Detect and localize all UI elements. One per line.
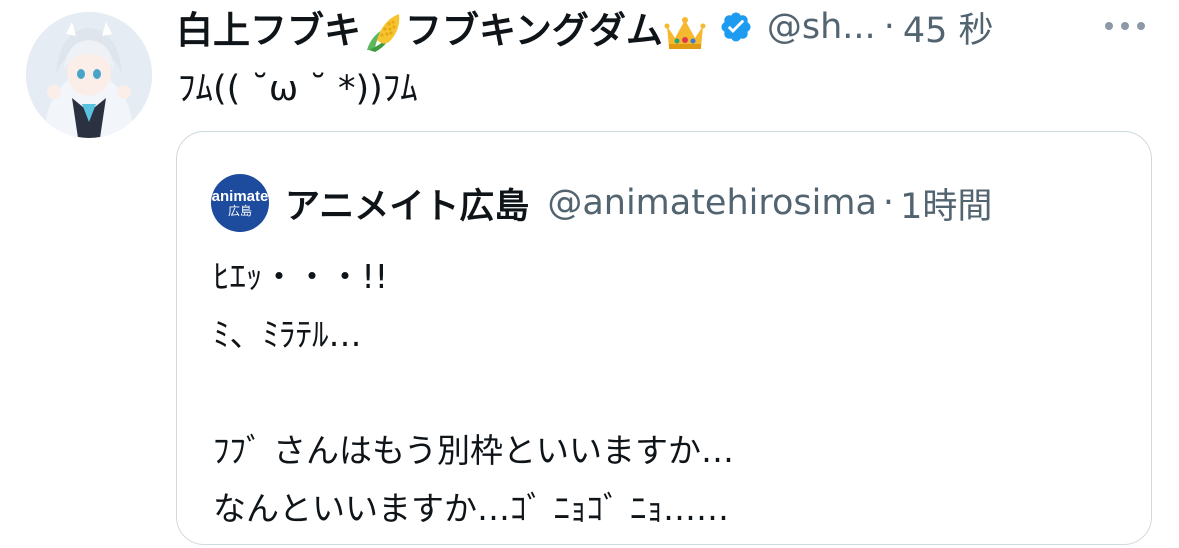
quoted-text-line: なんといいますか…ｺﾞ ﾆｮｺﾞ ﾆｮ…… (213, 489, 729, 528)
quoted-tweet-header: animate 広島 アニメイト広島 @animatehirosima · 1時… (211, 174, 992, 232)
quoted-author-avatar[interactable]: animate 広島 (211, 174, 269, 232)
author-display-name[interactable]: 白上フブキ フブキングダム (176, 0, 707, 54)
author-handle[interactable]: @sh... (767, 7, 876, 47)
avatar-illustration (26, 12, 152, 138)
author-avatar[interactable] (26, 12, 152, 138)
quoted-text-line: ﾐ、ﾐﾗﾃﾙ… (213, 315, 362, 354)
display-name-text-2[interactable]: フブキングダム (405, 9, 663, 52)
quoted-text-line: ﾋｴｯ・・・!! (213, 257, 388, 296)
more-dot (1121, 22, 1129, 30)
header-separator: · (883, 7, 895, 47)
corn-emoji (361, 10, 405, 54)
tweet-header: 白上フブキ フブキングダム @sh... · 45 秒 (176, 0, 994, 54)
quoted-tweet-text: ﾋｴｯ・・・!! ﾐ、ﾐﾗﾃﾙ… ﾌﾌﾞ さんはもう別枠といいますか… なんとい… (213, 248, 734, 538)
quoted-text-line (213, 364, 734, 422)
quoted-tweet-timestamp[interactable]: 1時間 (900, 178, 992, 229)
quoted-author-display-name[interactable]: アニメイト広島 (285, 178, 529, 229)
tweet-timestamp[interactable]: 45 秒 (903, 2, 994, 53)
display-name-text-1[interactable]: 白上フブキ (176, 9, 361, 52)
more-dot (1105, 22, 1113, 30)
verified-badge-icon[interactable] (719, 10, 753, 44)
quoted-header-separator: · (882, 183, 895, 223)
quoted-avatar-logo-subtext: 広島 (227, 203, 252, 218)
quoted-avatar-logo-text: animate (211, 187, 269, 205)
more-horizontal-icon[interactable] (1099, 8, 1151, 44)
tweet-text: ﾌﾑ(( ˘ω ˘ *))ﾌﾑ (178, 69, 418, 109)
crown-emoji (663, 10, 707, 54)
quoted-text-line: ﾌﾌﾞ さんはもう別枠といいますか… (213, 431, 734, 470)
quoted-author-handle[interactable]: @animatehirosima (547, 183, 877, 223)
quoted-tweet[interactable]: animate 広島 アニメイト広島 @animatehirosima · 1時… (176, 131, 1152, 545)
more-dot (1137, 22, 1145, 30)
tweet[interactable]: 白上フブキ フブキングダム @sh... · 45 秒 ﾌﾑ((˘ω ˘ *)… (0, 0, 1179, 548)
